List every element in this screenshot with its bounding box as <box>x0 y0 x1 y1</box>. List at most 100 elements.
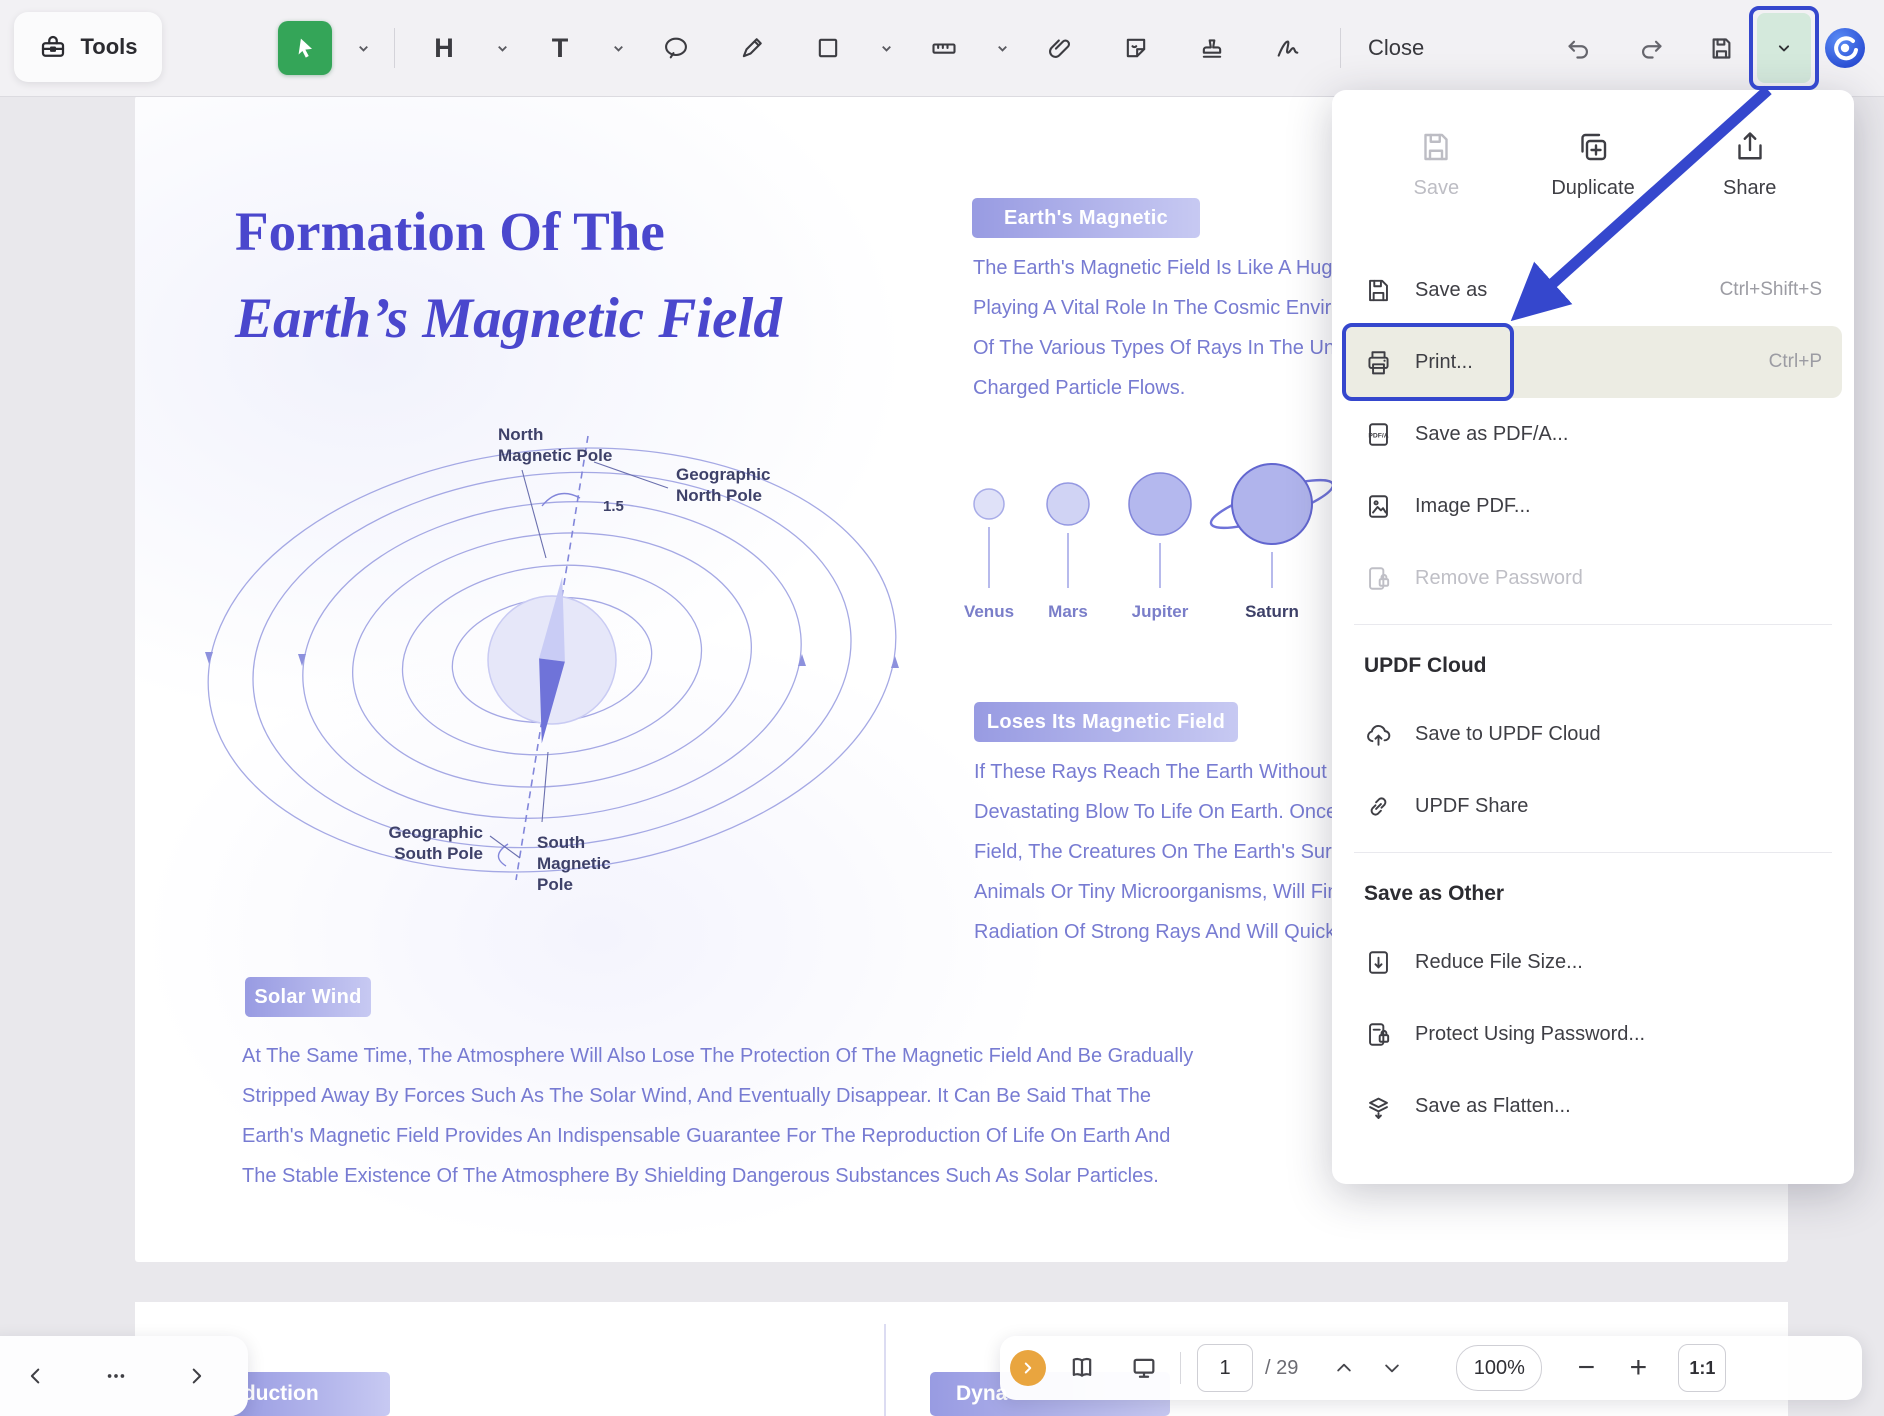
reading-mode-button[interactable] <box>1056 1342 1108 1394</box>
divider <box>1180 1352 1181 1384</box>
menu-item-save-as-flatten[interactable]: Save as Flatten... <box>1344 1070 1842 1142</box>
menu-item-updf-share[interactable]: UPDF Share <box>1344 770 1842 842</box>
column-divider <box>884 1324 886 1416</box>
paragraph-earths-magnetic: The Earth's Magnetic Field Is Like A Hug… <box>973 248 1349 408</box>
stamp-tool-button[interactable] <box>1185 21 1239 75</box>
signature-icon <box>1274 34 1302 62</box>
section-badge-introduction: oduction <box>230 1372 390 1416</box>
menu-item-label: Save as PDF/A... <box>1415 423 1822 446</box>
paperclip-icon <box>1046 34 1074 62</box>
menu-item-save-to-updf-cloud[interactable]: Save to UPDF Cloud <box>1344 698 1842 770</box>
updf-logo[interactable] <box>1824 27 1866 69</box>
menu-quick-save[interactable]: Save <box>1358 116 1515 212</box>
text-line: If These Rays Reach The Earth Without C <box>974 752 1350 792</box>
presentation-mode-button[interactable] <box>1118 1342 1170 1394</box>
zoom-level-button[interactable]: 100% <box>1456 1345 1542 1391</box>
menu-item-save-as[interactable]: Save asCtrl+Shift+S <box>1344 254 1842 326</box>
save-dropdown-menu: SaveDuplicateShare Save asCtrl+Shift+SPr… <box>1332 90 1854 1184</box>
menu-item-shortcut: Ctrl+Shift+S <box>1720 279 1822 301</box>
sticker-tool-button[interactable] <box>1109 21 1163 75</box>
chevron-right-icon <box>1019 1359 1037 1377</box>
shape-tool-dropdown[interactable] <box>877 21 895 75</box>
actual-size-button[interactable]: 1:1 <box>1678 1344 1726 1392</box>
collapse-bar-button[interactable] <box>1010 1350 1046 1386</box>
heading-tool-dropdown[interactable] <box>493 21 511 75</box>
measure-tool-button[interactable] <box>917 21 971 75</box>
section-badge-loses-field: Loses Its Magnetic Field <box>974 702 1238 742</box>
text-line: The Earth's Magnetic Field Is Like A Hug… <box>973 248 1349 288</box>
signature-tool-button[interactable] <box>1261 21 1315 75</box>
menu-section-header: Save as Other <box>1344 862 1842 926</box>
stamp-icon <box>1198 34 1226 62</box>
highlighter-tool-button[interactable] <box>725 21 779 75</box>
close-button[interactable]: Close <box>1356 0 1436 96</box>
tools-label: Tools <box>80 34 137 60</box>
page-total-label: / 29 <box>1265 1357 1298 1380</box>
redo-icon <box>1638 35 1665 62</box>
menu-item-protect-using-password[interactable]: Protect Using Password... <box>1344 998 1842 1070</box>
menu-item-label: UPDF Share <box>1415 795 1822 818</box>
menu-item-label: Print... <box>1415 351 1769 374</box>
chevron-down-icon <box>1774 38 1794 58</box>
protect-password-icon <box>1364 1020 1393 1049</box>
page-up-button[interactable] <box>1320 1344 1368 1392</box>
undo-button[interactable] <box>1551 21 1605 75</box>
planet-label-saturn: Saturn <box>1217 602 1327 622</box>
previous-page-button[interactable] <box>14 1354 58 1398</box>
measure-tool-dropdown[interactable] <box>993 21 1011 75</box>
next-page-button[interactable] <box>174 1354 218 1398</box>
select-tool-dropdown[interactable] <box>354 21 372 75</box>
redo-button[interactable] <box>1624 21 1678 75</box>
chevron-down-icon <box>611 41 626 56</box>
planets-illustration <box>925 426 1375 606</box>
toolbar: Tools H T <box>0 0 1884 97</box>
text-tool-button[interactable]: T <box>533 21 587 75</box>
ruler-icon <box>930 34 958 62</box>
menu-item-remove-password[interactable]: Remove Password <box>1344 542 1842 614</box>
book-icon <box>1068 1354 1096 1382</box>
chevron-up-icon <box>1334 1358 1354 1378</box>
paragraph-loses-field: If These Rays Reach The Earth Without C … <box>974 752 1350 952</box>
zoom-out-button[interactable]: − <box>1560 1342 1612 1394</box>
menu-item-label: Remove Password <box>1415 567 1822 590</box>
toolbar-divider <box>1340 28 1341 68</box>
comment-tool-button[interactable] <box>649 21 703 75</box>
pdfa-icon: PDF/A <box>1364 420 1393 449</box>
zoom-in-button[interactable]: + <box>1612 1342 1664 1394</box>
reduce-file-size-icon <box>1364 948 1393 977</box>
duplicate-icon <box>1575 129 1611 165</box>
printer-icon <box>1364 348 1393 377</box>
page-down-button[interactable] <box>1368 1344 1416 1392</box>
app-window: Formation Of The Earth’s Magnetic Field <box>0 0 1884 1416</box>
select-tool-button[interactable] <box>278 21 332 75</box>
menu-quick-duplicate[interactable]: Duplicate <box>1515 116 1672 212</box>
section-badge-solar-wind: Solar Wind <box>245 977 371 1017</box>
chevron-down-icon <box>495 41 510 56</box>
menu-item-reduce-file-size[interactable]: Reduce File Size... <box>1344 926 1842 998</box>
heading-tool-button[interactable]: H <box>417 21 471 75</box>
text-line: Field, The Creatures On The Earth's Surf… <box>974 832 1350 872</box>
axis-angle-arc <box>542 494 580 507</box>
shape-tool-button[interactable] <box>801 21 855 75</box>
cursor-icon <box>291 34 319 62</box>
save-button[interactable] <box>1694 21 1748 75</box>
menu-quick-share[interactable]: Share <box>1671 116 1828 212</box>
chevron-down-icon <box>1382 1358 1402 1378</box>
menu-item-label: Reduce File Size... <box>1415 951 1822 974</box>
attachment-tool-button[interactable] <box>1033 21 1087 75</box>
chevron-down-icon <box>995 41 1010 56</box>
text-tool-dropdown[interactable] <box>609 21 627 75</box>
menu-item-save-as-pdf-a[interactable]: PDF/A Save as PDF/A... <box>1344 398 1842 470</box>
chevron-down-icon <box>879 41 894 56</box>
save-menu-toggle[interactable] <box>1757 13 1811 83</box>
menu-item-print[interactable]: Print...Ctrl+P <box>1344 326 1842 398</box>
more-options-button[interactable] <box>94 1354 138 1398</box>
menu-item-label: Image PDF... <box>1415 495 1822 518</box>
presentation-icon <box>1130 1354 1158 1382</box>
page-number-input[interactable]: 1 <box>1197 1344 1253 1392</box>
label-geographic-south-pole: Geographic South Pole <box>363 822 483 864</box>
cloud-upload-icon <box>1364 720 1393 749</box>
menu-item-image-pdf[interactable]: Image PDF... <box>1344 470 1842 542</box>
text-line: Of The Various Types Of Rays In The Univ <box>973 328 1349 368</box>
tools-button[interactable]: Tools <box>14 12 162 82</box>
